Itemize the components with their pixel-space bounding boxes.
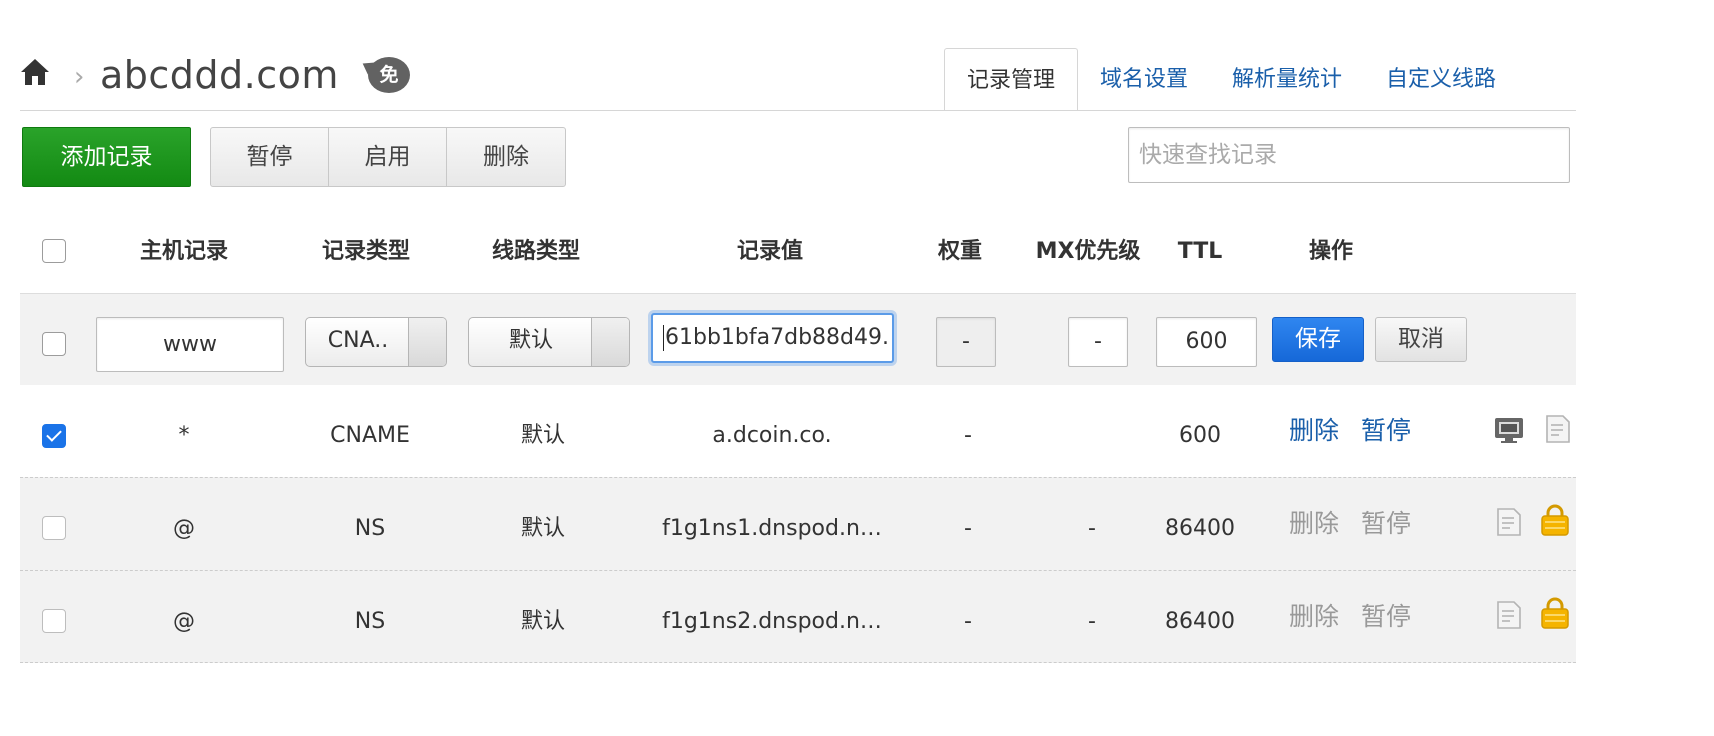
free-plan-badge: 免 [368,57,410,93]
row-checkbox[interactable] [42,424,66,448]
line-type-value: 默认 [508,328,553,353]
note-icon[interactable] [1545,414,1571,444]
row-checkbox[interactable] [42,332,66,356]
column-header-line: 线路类型 [491,239,580,264]
column-header-type: 记录类型 [321,239,410,264]
cell-line: 默认 [520,516,565,541]
mx-priority-field[interactable]: - [1068,317,1128,367]
cell-ttl: 600 [1179,423,1221,448]
delete-button[interactable]: 删除 [447,128,565,186]
cell-ttl: 86400 [1165,609,1235,634]
home-icon[interactable] [20,57,50,87]
cell-host: * [178,423,190,448]
host-field[interactable]: www [96,317,284,372]
column-header-ttl: TTL [1177,239,1223,264]
cancel-button[interactable]: 取消 [1375,317,1467,362]
tab-resolution-stats[interactable]: 解析量统计 [1210,48,1364,111]
cell-value: f1g1ns2.dnspod.n… [662,609,882,634]
cell-type: CNAME [330,423,410,448]
record-value-text: 61bb1bfa7db88d49. [665,325,889,350]
record-type-value: CNA.. [327,328,389,353]
column-header-ops: 操作 [1308,239,1353,264]
row-delete-link[interactable]: 删除 [1289,416,1339,446]
record-type-select[interactable]: CNA.. [305,317,447,367]
column-header-host: 主机记录 [139,239,228,264]
column-header-mx: MX优先级 [1035,239,1141,264]
cell-value: a.dcoin.co. [712,423,832,448]
row-checkbox[interactable] [42,516,66,540]
pause-button[interactable]: 暂停 [211,128,329,186]
dropdown-arrow-icon [591,318,629,366]
ttl-field[interactable]: 600 [1156,317,1257,367]
lock-icon [1541,597,1569,629]
cell-mx: - [1088,516,1096,541]
row-delete-link[interactable]: 删除 [1289,602,1339,632]
tab-custom-lines[interactable]: 自定义线路 [1364,48,1518,111]
header-divider [20,110,1576,111]
row-pause-link[interactable]: 暂停 [1361,416,1411,446]
note-icon[interactable] [1496,507,1522,537]
row-checkbox[interactable] [42,609,66,633]
select-all-checkbox[interactable] [42,239,66,263]
save-button[interactable]: 保存 [1272,317,1364,362]
cell-weight: - [964,423,972,448]
cell-weight: - [964,516,972,541]
cell-type: NS [354,516,386,541]
column-header-weight: 权重 [937,239,982,264]
cell-host: @ [173,609,195,634]
row-pause-link[interactable]: 暂停 [1361,509,1411,539]
tab-domain-settings[interactable]: 域名设置 [1078,48,1210,111]
cell-value: f1g1ns1.dnspod.n… [662,516,882,541]
cell-ttl: 86400 [1165,516,1235,541]
page-title: abcddd.com [100,53,339,97]
text-caret [663,325,664,351]
cell-mx: - [1088,609,1096,634]
column-header-value: 记录值 [736,239,803,264]
lock-icon [1541,504,1569,536]
record-value-field[interactable]: 61bb1bfa7db88d49. [651,313,894,363]
cell-type: NS [354,609,386,634]
add-record-button[interactable]: 添加记录 [22,127,191,187]
enable-button[interactable]: 启用 [329,128,447,186]
cell-weight: - [964,609,972,634]
weight-field[interactable]: - [936,317,996,367]
cell-line: 默认 [520,609,565,634]
cell-line: 默认 [520,423,565,448]
tab-bar: 记录管理 域名设置 解析量统计 自定义线路 [944,48,1518,111]
search-input[interactable] [1128,127,1570,183]
line-type-select[interactable]: 默认 [468,317,630,367]
tab-record-management[interactable]: 记录管理 [944,48,1079,111]
remark-screen-icon[interactable] [1494,416,1528,444]
note-icon[interactable] [1496,600,1522,630]
dropdown-arrow-icon [408,318,446,366]
breadcrumb-separator: › [74,62,85,92]
row-delete-link[interactable]: 删除 [1289,509,1339,539]
cell-host: @ [173,516,195,541]
bulk-action-group: 暂停 启用 删除 [210,127,566,187]
row-pause-link[interactable]: 暂停 [1361,602,1411,632]
